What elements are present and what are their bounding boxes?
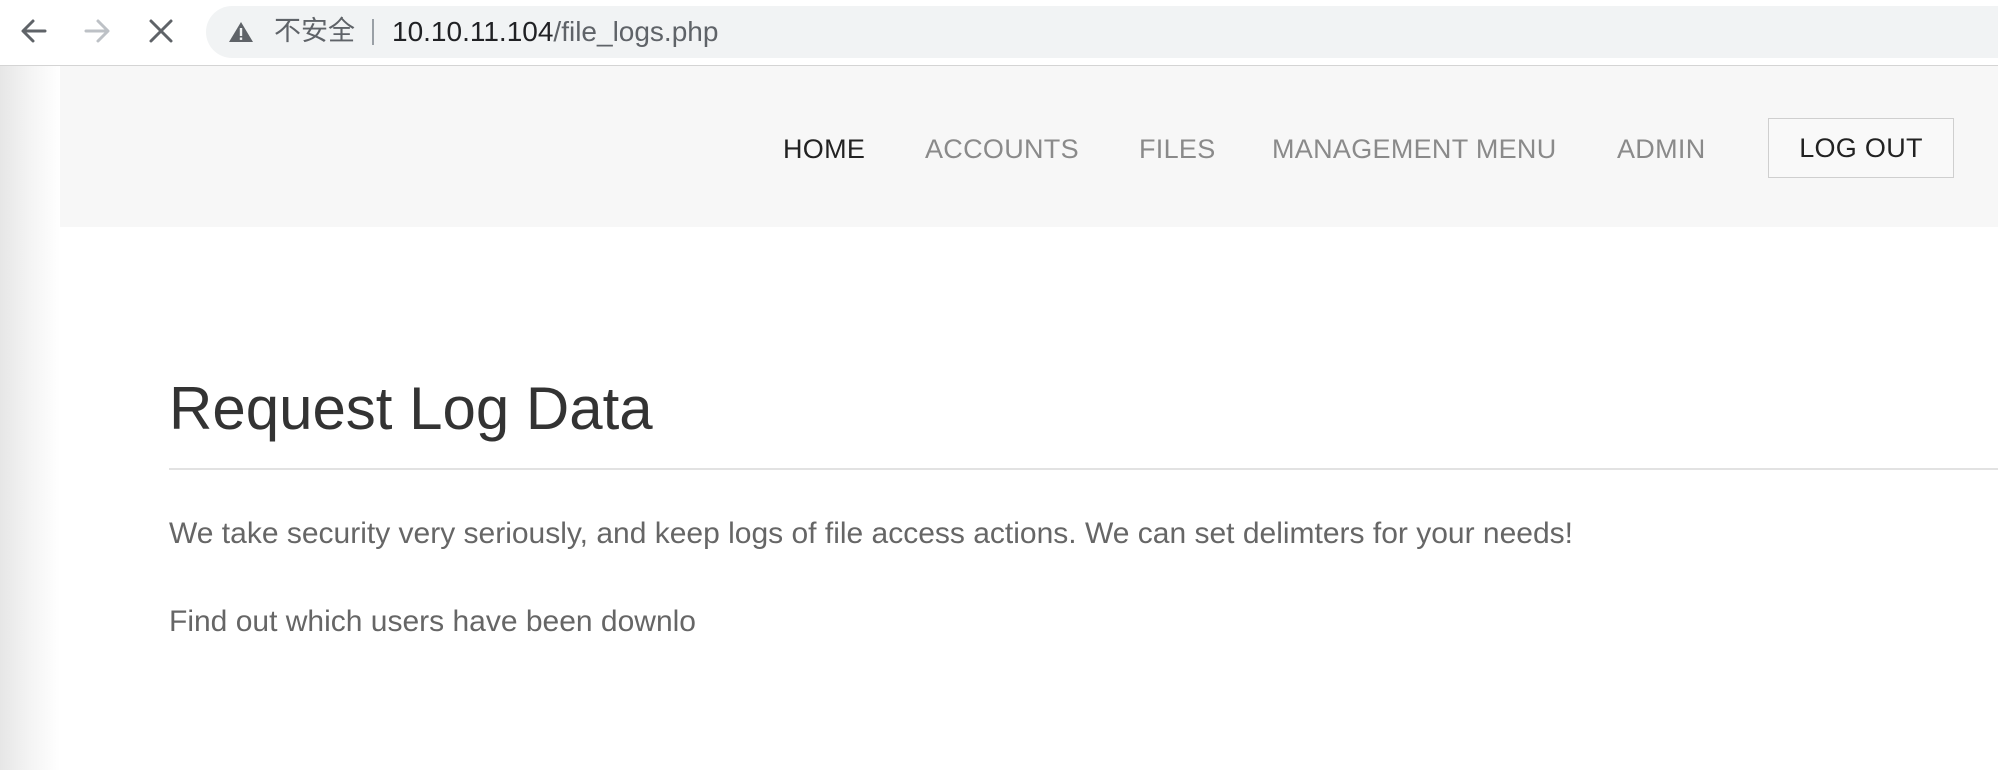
arrow-left-icon	[21, 19, 47, 43]
url-path: /file_logs.php	[553, 16, 719, 47]
back-button[interactable]	[12, 9, 56, 53]
warning-triangle-icon[interactable]	[228, 20, 254, 44]
page-title: Request Log Data	[169, 375, 653, 442]
page-edge-shadow	[0, 66, 60, 770]
address-bar-divider	[372, 19, 374, 45]
stop-loading-button[interactable]	[139, 9, 183, 53]
close-icon	[149, 19, 173, 43]
logout-button[interactable]: LOG OUT	[1768, 118, 1954, 178]
forward-button[interactable]	[75, 9, 119, 53]
browser-toolbar: 不安全 10.10.11.104/file_logs.php	[0, 0, 1998, 66]
nav-item-management-menu[interactable]: MANAGEMENT MENU	[1272, 133, 1557, 165]
nav-item-accounts[interactable]: ACCOUNTS	[925, 133, 1079, 165]
title-divider	[169, 468, 1998, 470]
nav-item-home[interactable]: HOME	[783, 133, 865, 165]
nav-item-admin[interactable]: ADMIN	[1617, 133, 1706, 165]
address-bar[interactable]: 不安全 10.10.11.104/file_logs.php	[206, 6, 1998, 58]
url-text[interactable]: 10.10.11.104/file_logs.php	[392, 17, 718, 47]
intro-paragraph: We take security very seriously, and kee…	[169, 517, 1573, 550]
description-paragraph: Find out which users have been downlo	[169, 605, 696, 638]
url-host: 10.10.11.104	[392, 16, 554, 47]
security-status-label[interactable]: 不安全	[274, 18, 355, 46]
arrow-right-icon	[84, 19, 110, 43]
nav-item-files[interactable]: FILES	[1139, 133, 1216, 165]
